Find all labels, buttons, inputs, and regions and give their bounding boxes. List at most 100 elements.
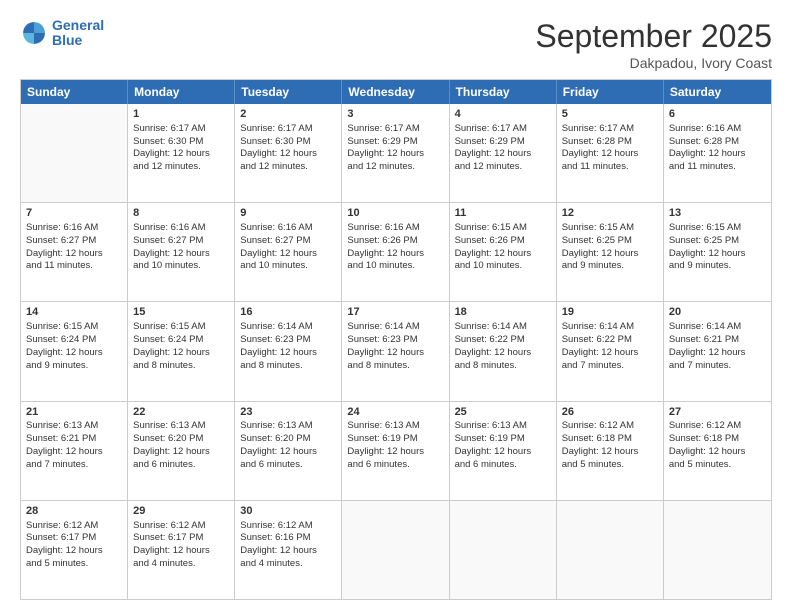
calendar-row-2: 7Sunrise: 6:16 AMSunset: 6:27 PMDaylight…	[21, 202, 771, 301]
day-info: and 9 minutes.	[26, 360, 122, 373]
day-info: Sunrise: 6:14 AM	[669, 321, 766, 334]
day-number: 27	[669, 405, 766, 420]
day-info: Sunset: 6:21 PM	[669, 334, 766, 347]
day-info: Daylight: 12 hours	[455, 148, 551, 161]
day-info: Sunset: 6:30 PM	[133, 136, 229, 149]
day-cell-25: 25Sunrise: 6:13 AMSunset: 6:19 PMDayligh…	[450, 402, 557, 500]
day-info: Daylight: 12 hours	[133, 248, 229, 261]
header-cell-tuesday: Tuesday	[235, 80, 342, 104]
day-info: Daylight: 12 hours	[562, 248, 658, 261]
day-info: Sunrise: 6:16 AM	[26, 222, 122, 235]
day-info: Sunrise: 6:12 AM	[562, 420, 658, 433]
day-info: Sunrise: 6:14 AM	[347, 321, 443, 334]
day-info: Sunset: 6:27 PM	[26, 235, 122, 248]
day-cell-26: 26Sunrise: 6:12 AMSunset: 6:18 PMDayligh…	[557, 402, 664, 500]
day-info: Sunrise: 6:16 AM	[240, 222, 336, 235]
day-info: Daylight: 12 hours	[240, 545, 336, 558]
day-info: Daylight: 12 hours	[562, 148, 658, 161]
day-info: Daylight: 12 hours	[669, 446, 766, 459]
day-info: Sunrise: 6:17 AM	[347, 123, 443, 136]
day-info: Sunset: 6:21 PM	[26, 433, 122, 446]
day-info: Sunset: 6:20 PM	[240, 433, 336, 446]
day-info: Sunrise: 6:13 AM	[240, 420, 336, 433]
day-info: and 6 minutes.	[455, 459, 551, 472]
day-info: Daylight: 12 hours	[26, 446, 122, 459]
day-info: and 10 minutes.	[347, 260, 443, 273]
day-cell-23: 23Sunrise: 6:13 AMSunset: 6:20 PMDayligh…	[235, 402, 342, 500]
day-info: Sunrise: 6:15 AM	[562, 222, 658, 235]
day-info: and 10 minutes.	[455, 260, 551, 273]
day-info: and 11 minutes.	[669, 161, 766, 174]
day-info: Daylight: 12 hours	[240, 148, 336, 161]
day-number: 9	[240, 206, 336, 221]
day-info: Daylight: 12 hours	[240, 347, 336, 360]
header-cell-monday: Monday	[128, 80, 235, 104]
day-info: Sunset: 6:22 PM	[562, 334, 658, 347]
day-info: Sunset: 6:24 PM	[26, 334, 122, 347]
day-number: 18	[455, 305, 551, 320]
day-cell-20: 20Sunrise: 6:14 AMSunset: 6:21 PMDayligh…	[664, 302, 771, 400]
header-cell-wednesday: Wednesday	[342, 80, 449, 104]
day-number: 8	[133, 206, 229, 221]
month-title: September 2025	[535, 18, 772, 55]
day-cell-12: 12Sunrise: 6:15 AMSunset: 6:25 PMDayligh…	[557, 203, 664, 301]
day-cell-15: 15Sunrise: 6:15 AMSunset: 6:24 PMDayligh…	[128, 302, 235, 400]
day-number: 3	[347, 107, 443, 122]
day-number: 12	[562, 206, 658, 221]
day-info: Sunset: 6:29 PM	[347, 136, 443, 149]
day-info: Sunrise: 6:15 AM	[455, 222, 551, 235]
day-info: Sunrise: 6:12 AM	[669, 420, 766, 433]
day-cell-24: 24Sunrise: 6:13 AMSunset: 6:19 PMDayligh…	[342, 402, 449, 500]
day-info: Daylight: 12 hours	[562, 347, 658, 360]
day-info: Sunrise: 6:17 AM	[133, 123, 229, 136]
day-info: Sunrise: 6:17 AM	[240, 123, 336, 136]
day-info: Sunset: 6:25 PM	[669, 235, 766, 248]
day-number: 5	[562, 107, 658, 122]
day-info: and 12 minutes.	[133, 161, 229, 174]
day-cell-11: 11Sunrise: 6:15 AMSunset: 6:26 PMDayligh…	[450, 203, 557, 301]
day-cell-30: 30Sunrise: 6:12 AMSunset: 6:16 PMDayligh…	[235, 501, 342, 599]
calendar-row-5: 28Sunrise: 6:12 AMSunset: 6:17 PMDayligh…	[21, 500, 771, 599]
day-cell-5: 5Sunrise: 6:17 AMSunset: 6:28 PMDaylight…	[557, 104, 664, 202]
day-cell-29: 29Sunrise: 6:12 AMSunset: 6:17 PMDayligh…	[128, 501, 235, 599]
day-info: Sunrise: 6:17 AM	[455, 123, 551, 136]
day-number: 6	[669, 107, 766, 122]
day-info: Daylight: 12 hours	[240, 446, 336, 459]
day-info: Daylight: 12 hours	[347, 248, 443, 261]
day-cell-18: 18Sunrise: 6:14 AMSunset: 6:22 PMDayligh…	[450, 302, 557, 400]
day-info: Sunrise: 6:12 AM	[133, 520, 229, 533]
calendar-header: SundayMondayTuesdayWednesdayThursdayFrid…	[21, 80, 771, 104]
day-number: 28	[26, 504, 122, 519]
day-info: and 9 minutes.	[562, 260, 658, 273]
day-info: and 8 minutes.	[240, 360, 336, 373]
day-cell-2: 2Sunrise: 6:17 AMSunset: 6:30 PMDaylight…	[235, 104, 342, 202]
header-cell-friday: Friday	[557, 80, 664, 104]
day-info: Sunset: 6:18 PM	[562, 433, 658, 446]
day-cell-4: 4Sunrise: 6:17 AMSunset: 6:29 PMDaylight…	[450, 104, 557, 202]
day-info: and 9 minutes.	[669, 260, 766, 273]
day-number: 22	[133, 405, 229, 420]
day-info: and 7 minutes.	[562, 360, 658, 373]
header-cell-sunday: Sunday	[21, 80, 128, 104]
day-info: Daylight: 12 hours	[347, 347, 443, 360]
day-info: Sunrise: 6:13 AM	[133, 420, 229, 433]
day-info: and 11 minutes.	[26, 260, 122, 273]
day-number: 29	[133, 504, 229, 519]
day-info: Sunset: 6:26 PM	[455, 235, 551, 248]
calendar-body: 1Sunrise: 6:17 AMSunset: 6:30 PMDaylight…	[21, 104, 771, 599]
empty-cell	[450, 501, 557, 599]
calendar-row-1: 1Sunrise: 6:17 AMSunset: 6:30 PMDaylight…	[21, 104, 771, 202]
day-info: Daylight: 12 hours	[455, 248, 551, 261]
day-cell-22: 22Sunrise: 6:13 AMSunset: 6:20 PMDayligh…	[128, 402, 235, 500]
day-info: Sunrise: 6:13 AM	[26, 420, 122, 433]
day-number: 24	[347, 405, 443, 420]
day-info: Sunset: 6:23 PM	[347, 334, 443, 347]
logo-text: General Blue	[52, 18, 104, 49]
day-info: Sunset: 6:28 PM	[562, 136, 658, 149]
day-cell-6: 6Sunrise: 6:16 AMSunset: 6:28 PMDaylight…	[664, 104, 771, 202]
day-info: Daylight: 12 hours	[455, 347, 551, 360]
day-info: Daylight: 12 hours	[455, 446, 551, 459]
calendar-row-3: 14Sunrise: 6:15 AMSunset: 6:24 PMDayligh…	[21, 301, 771, 400]
day-info: and 5 minutes.	[669, 459, 766, 472]
day-number: 25	[455, 405, 551, 420]
